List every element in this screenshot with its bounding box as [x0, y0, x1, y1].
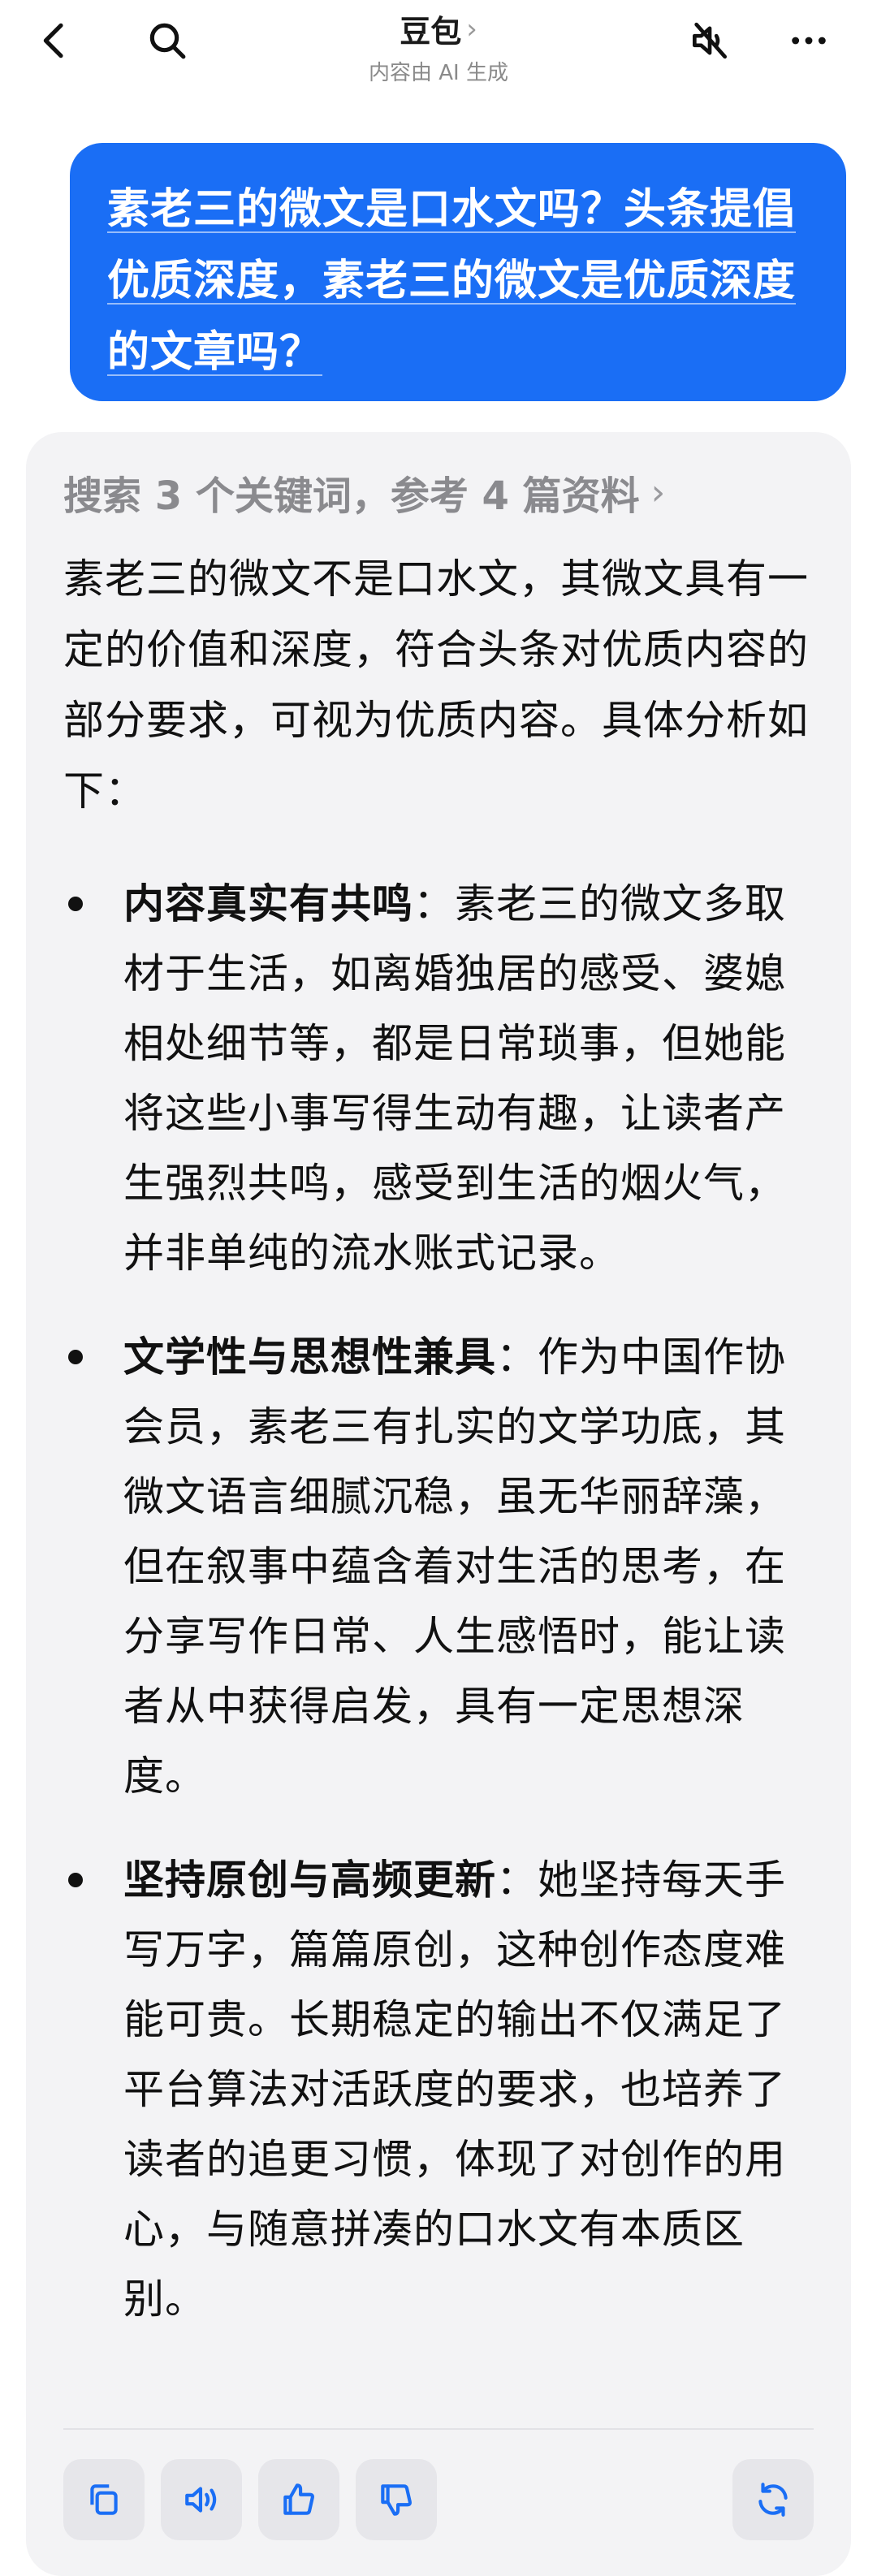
answer-bullet-list: 内容真实有共鸣：素老三的微文多取材于生活，如离婚独居的感受、婆媳相处细节等，都是…	[63, 869, 814, 2334]
user-message-bubble[interactable]: 素老三的微文是口水文吗？头条提倡优质深度，素老三的微文是优质深度的文章吗？	[70, 143, 846, 401]
search-references-row[interactable]: 搜索 3 个关键词，参考 4 篇资料 ›	[63, 461, 814, 523]
bullet-item: 文学性与思想性兼具：作为中国作协会员，素老三有扎实的文学功底，其微文语言细腻沉稳…	[63, 1322, 814, 1811]
bullet-body: ：作为中国作协会员，素老三有扎实的文学功底，其微文语言细腻沉稳，虽无华丽辞藻，但…	[123, 1333, 786, 1800]
mute-speaker-icon[interactable]	[680, 11, 739, 70]
copy-button[interactable]	[63, 2459, 145, 2540]
bullet-body: ：她坚持每天手写万字，篇篇原创，这种创作态度难能可贵。长期稳定的输出不仅满足了平…	[123, 1856, 786, 2323]
chevron-right-icon: ›	[650, 471, 666, 513]
more-dots-icon[interactable]	[780, 11, 838, 70]
bullet-title: 坚持原创与高频更新	[123, 1856, 496, 1904]
bullet-dot	[68, 897, 83, 911]
dislike-button[interactable]	[356, 2459, 437, 2540]
user-message-text: 素老三的微文是口水文吗？头条提倡优质深度，素老三的微文是优质深度的文章吗？	[107, 185, 797, 377]
thumbs-up-icon	[283, 2483, 314, 2515]
answer-action-bar	[63, 2459, 814, 2540]
divider	[63, 2428, 814, 2430]
bullet-title: 内容真实有共鸣	[123, 880, 413, 927]
thumbs-down-icon	[381, 2484, 412, 2516]
like-button[interactable]	[258, 2459, 339, 2540]
chat-title: 豆包	[400, 14, 462, 50]
bullet-item: 坚持原创与高频更新：她坚持每天手写万字，篇篇原创，这种创作态度难能可贵。长期稳定…	[63, 1845, 814, 2334]
bullet-dot	[68, 1350, 83, 1364]
bullet-dot	[68, 1873, 83, 1887]
top-nav-bar: 豆包 › 内容由 AI 生成	[0, 0, 877, 89]
ai-generated-label: 内容由 AI 生成	[369, 61, 508, 85]
regenerate-button[interactable]	[732, 2459, 814, 2540]
bullet-item: 内容真实有共鸣：素老三的微文多取材于生活，如离婚独居的感受、婆媳相处细节等，都是…	[63, 869, 814, 1288]
search-summary-text: 搜索 3 个关键词，参考 4 篇资料	[63, 473, 640, 519]
chevron-right-icon: ›	[466, 12, 477, 45]
ai-answer-card: 搜索 3 个关键词，参考 4 篇资料 › 素老三的微文不是口水文，其微文具有一定…	[26, 432, 851, 2576]
chat-title-block[interactable]: 豆包 › 内容由 AI 生成	[276, 6, 601, 86]
search-icon[interactable]	[138, 11, 197, 70]
bullet-title: 文学性与思想性兼具	[123, 1333, 496, 1381]
bullet-body: ：素老三的微文多取材于生活，如离婚独居的感受、婆媳相处细节等，都是日常琐事，但她…	[123, 880, 786, 1277]
back-arrow-icon[interactable]	[26, 11, 84, 70]
copy-icon	[90, 2484, 118, 2515]
regenerate-icon	[758, 2483, 788, 2517]
speaker-icon	[185, 2487, 217, 2513]
answer-intro-text: 素老三的微文不是口水文，其微文具有一定的价值和深度，符合头条对优质内容的部分要求…	[63, 555, 809, 815]
read-aloud-button[interactable]	[161, 2459, 242, 2540]
